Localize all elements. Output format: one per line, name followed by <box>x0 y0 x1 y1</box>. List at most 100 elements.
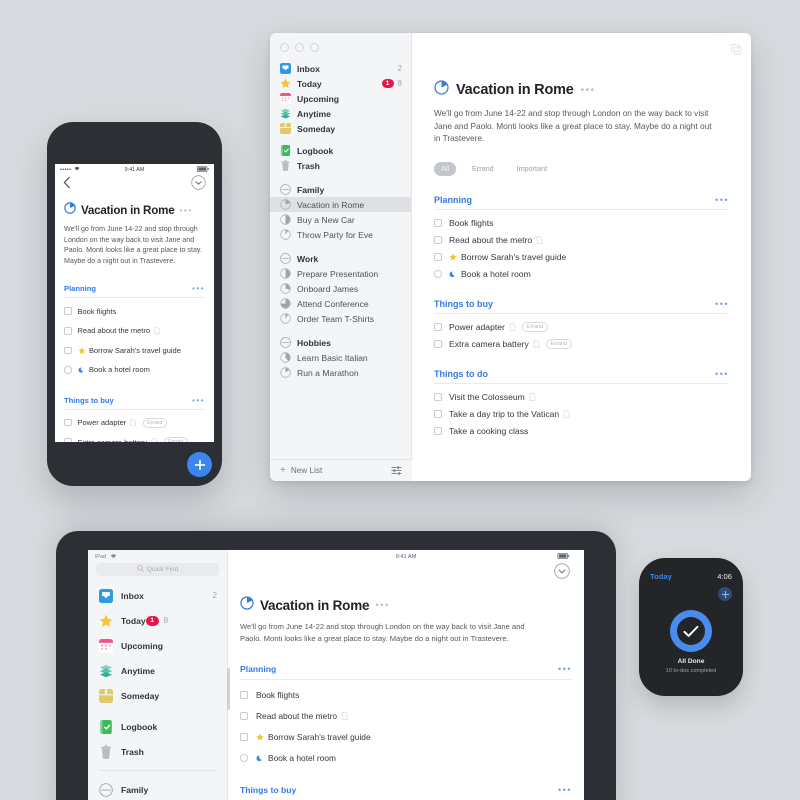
minimize-button[interactable] <box>295 43 304 52</box>
sidebar-item-logbook[interactable]: Logbook <box>88 714 227 739</box>
todo-item[interactable]: Book flights <box>64 301 205 321</box>
todo-checkbox[interactable] <box>240 732 248 741</box>
tag-chip[interactable]: Errand <box>142 417 167 428</box>
sidebar-project-learn-basic-italian[interactable]: Learn Basic Italian <box>270 350 411 365</box>
sidebar-project-vacation-in-rome[interactable]: Vacation in Rome <box>270 197 411 212</box>
todo-item[interactable]: Read about the metro <box>434 232 729 249</box>
sidebar-area-work[interactable]: Work <box>270 251 411 266</box>
window-resize-icon[interactable] <box>730 42 742 55</box>
todo-checkbox[interactable] <box>64 307 72 315</box>
project-note[interactable]: We'll go from June 14-22 and stop throug… <box>240 621 536 644</box>
todo-item[interactable]: Book a hotel room <box>64 360 205 380</box>
watch-add-button[interactable] <box>718 587 732 601</box>
sidebar-item-upcoming[interactable]: Upcoming <box>270 91 411 106</box>
tag-filter-all[interactable]: All <box>434 161 456 176</box>
todo-item[interactable]: Book a hotel room <box>434 266 729 283</box>
zoom-button[interactable] <box>310 43 319 52</box>
todo-checkbox[interactable] <box>64 346 72 355</box>
close-button[interactable] <box>280 43 289 52</box>
todo-item[interactable]: Take a day trip to the Vatican <box>434 406 729 423</box>
chevron-left-icon[interactable] <box>63 176 71 194</box>
todo-item[interactable]: Power adapter Errand <box>434 319 729 336</box>
sidebar-item-someday[interactable]: Someday <box>270 121 411 136</box>
todo-item[interactable]: Book a hotel room <box>240 747 572 768</box>
sidebar-project-run-a-marathon[interactable]: Run a Marathon <box>270 365 411 380</box>
todo-checkbox[interactable] <box>64 327 72 335</box>
todo-checkbox[interactable] <box>240 753 248 762</box>
sidebar-area-family[interactable]: Family <box>270 182 411 197</box>
tag-chip[interactable]: Errand <box>521 322 549 333</box>
todo-item[interactable]: Read about the metro <box>64 321 205 341</box>
todo-item[interactable]: Borrow Sarah's travel guide <box>240 727 572 748</box>
todo-checkbox[interactable] <box>64 438 72 442</box>
todo-item[interactable]: Book flights <box>434 215 729 232</box>
project-more-button[interactable]: ••• <box>581 85 596 96</box>
project-note[interactable]: We'll go from June 14-22 and stop throug… <box>434 107 712 145</box>
project-more-button[interactable]: ••• <box>375 600 389 611</box>
todo-checkbox[interactable] <box>434 219 442 228</box>
todo-checkbox[interactable] <box>434 270 442 279</box>
section-more-button[interactable]: ••• <box>715 195 729 205</box>
project-note[interactable]: We'll go from June 14-22 and stop throug… <box>64 224 205 266</box>
chevron-down-circle-icon[interactable] <box>191 174 206 195</box>
sliders-icon[interactable] <box>391 466 402 475</box>
todo-checkbox[interactable] <box>64 418 72 427</box>
add-todo-button[interactable]: plus-icon <box>187 452 212 477</box>
sidebar-item-anytime[interactable]: Anytime <box>270 106 411 121</box>
new-list-button[interactable]: + New List <box>270 459 412 481</box>
todo-checkbox[interactable] <box>434 427 442 436</box>
sidebar-area-hobbies[interactable]: Hobbies <box>270 335 411 350</box>
todo-checkbox[interactable] <box>434 323 442 332</box>
todo-item[interactable]: Extra camera battery Errand <box>64 432 205 442</box>
todo-checkbox[interactable] <box>434 393 442 402</box>
todo-item[interactable]: Book flights <box>240 685 572 706</box>
section-more-button[interactable]: ••• <box>715 369 729 379</box>
todo-item[interactable]: Take a cooking class <box>434 423 729 440</box>
sidebar-project-onboard-james[interactable]: Onboard James <box>270 281 411 296</box>
sidebar-project-throw-party-for-eve[interactable]: Throw Party for Eve <box>270 227 411 242</box>
sidebar-item-trash[interactable]: Trash <box>88 739 227 764</box>
section-more-button[interactable]: ••• <box>558 664 572 674</box>
tag-chip[interactable]: Errand <box>545 339 572 350</box>
todo-checkbox[interactable] <box>434 410 442 419</box>
window-traffic-lights[interactable] <box>270 33 411 52</box>
todo-checkbox[interactable] <box>434 340 442 349</box>
tag-filter-important[interactable]: Important <box>510 162 554 176</box>
chevron-down-circle-icon[interactable] <box>554 563 570 584</box>
section-more-button[interactable]: ••• <box>192 396 205 405</box>
sidebar-project-prepare-presentation[interactable]: Prepare Presentation <box>270 266 411 281</box>
todo-item[interactable]: Borrow Sarah's travel guide <box>434 249 729 266</box>
tag-filter-errand[interactable]: Errand <box>465 162 501 176</box>
project-more-button[interactable]: ••• <box>179 205 192 215</box>
todo-checkbox[interactable] <box>240 691 248 700</box>
section-more-button[interactable]: ••• <box>192 284 205 293</box>
tag-chip[interactable]: Errand <box>163 437 188 442</box>
todo-checkbox[interactable] <box>434 236 442 245</box>
todo-checkbox[interactable] <box>240 712 248 721</box>
sidebar-project-attend-conference[interactable]: Attend Conference <box>270 296 411 311</box>
sidebar-item-anytime[interactable]: Anytime <box>88 658 227 683</box>
sidebar-project-order-team-t-shirts[interactable]: Order Team T-Shirts <box>270 311 411 326</box>
sidebar-project-buy-a-new-car[interactable]: Buy a New Car <box>270 212 411 227</box>
sidebar-item-inbox[interactable]: Inbox 2 <box>270 61 411 76</box>
sidebar-item-upcoming[interactable]: Upcoming <box>88 633 227 658</box>
sidebar-item-today[interactable]: Today 1 8 <box>88 608 227 633</box>
todo-item[interactable]: Extra camera battery Errand <box>434 336 729 353</box>
todo-item[interactable]: Read about the metro <box>240 706 572 727</box>
search-input[interactable]: Quick Find <box>96 563 219 576</box>
section-more-button[interactable]: ••• <box>715 299 729 309</box>
watch-list-label[interactable]: Today <box>650 572 672 581</box>
todo-checkbox[interactable] <box>64 366 72 374</box>
sidebar-item-trash[interactable]: Trash <box>270 158 411 173</box>
sidebar-item-someday[interactable]: Someday <box>88 683 227 708</box>
todo-item[interactable]: Borrow Sarah's travel guide <box>64 341 205 361</box>
sidebar-item-today[interactable]: Today 1 8 <box>270 76 411 91</box>
sidebar-item-inbox[interactable]: Inbox 2 <box>88 583 227 608</box>
sidebar-item-logbook[interactable]: Logbook <box>270 143 411 158</box>
scrollbar-thumb[interactable] <box>227 668 230 710</box>
sidebar-area-family[interactable]: Family <box>88 777 227 800</box>
todo-item[interactable]: Power adapter Errand <box>64 413 205 433</box>
todo-checkbox[interactable] <box>434 253 442 262</box>
todo-item[interactable]: Visit the Colosseum <box>434 389 729 406</box>
section-more-button[interactable]: ••• <box>558 785 572 795</box>
